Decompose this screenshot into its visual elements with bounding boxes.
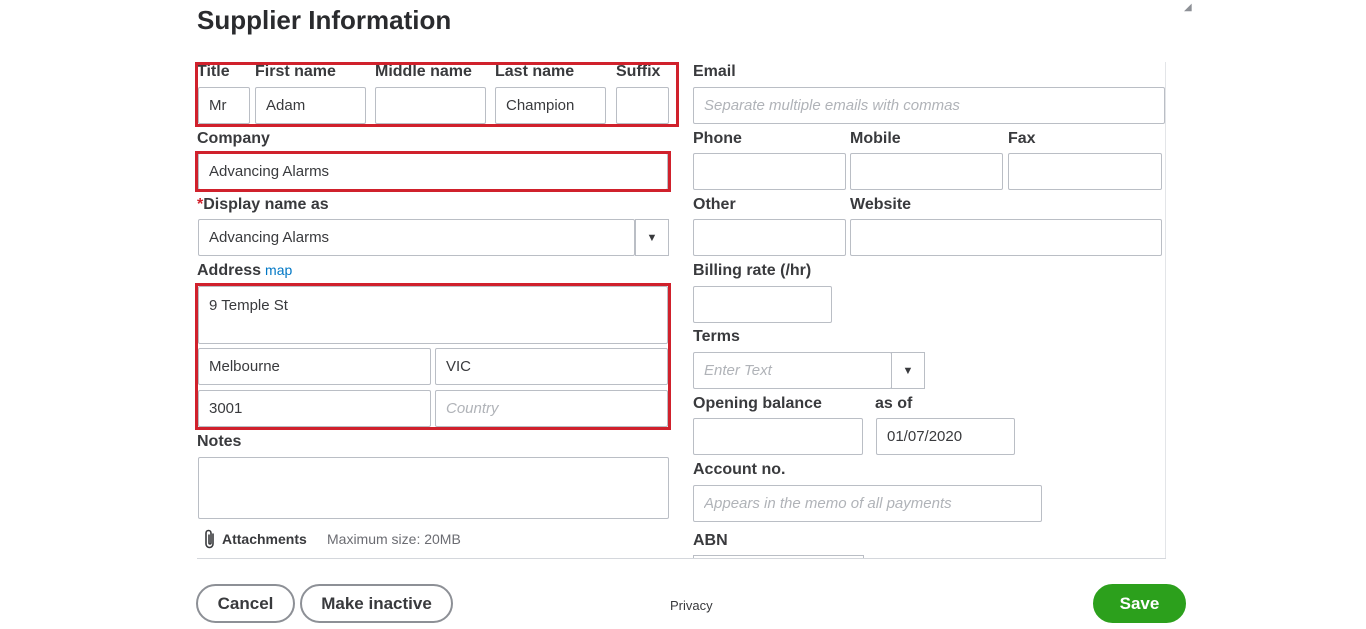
billing-rate-label: Billing rate (/hr) [693, 262, 812, 279]
account-no-label: Account no. [693, 461, 786, 478]
middle-name-input[interactable] [375, 87, 486, 124]
make-inactive-button[interactable]: Make inactive [300, 584, 453, 623]
company-label: Company [197, 130, 270, 147]
postcode-input[interactable] [198, 390, 431, 427]
chevron-down-icon[interactable]: ▼ [635, 219, 669, 256]
other-label: Other [693, 196, 736, 213]
street-address-input[interactable]: 9 Temple St [198, 286, 668, 344]
first-name-input[interactable] [255, 87, 366, 124]
first-name-label: First name [255, 63, 336, 80]
footer-divider [197, 558, 1166, 559]
as-of-date-input[interactable] [876, 418, 1015, 455]
phone-label: Phone [693, 130, 742, 147]
mobile-input[interactable] [850, 153, 1003, 190]
title-input[interactable] [198, 87, 250, 124]
attachments-label[interactable]: Attachments [222, 531, 307, 547]
address-label-text: Address [197, 262, 262, 279]
terms-select[interactable] [693, 352, 892, 389]
notes-textarea[interactable] [198, 457, 669, 519]
privacy-link[interactable]: Privacy [670, 598, 713, 613]
map-link[interactable]: map [265, 262, 292, 278]
company-input[interactable] [198, 153, 668, 190]
abn-label: ABN [693, 532, 728, 549]
fax-input[interactable] [1008, 153, 1162, 190]
cancel-button[interactable]: Cancel [196, 584, 295, 623]
other-input[interactable] [693, 219, 846, 256]
account-no-input[interactable] [693, 485, 1042, 522]
middle-name-label: Middle name [375, 63, 472, 80]
page-title: Supplier Information [197, 5, 452, 35]
as-of-label: as of [875, 395, 913, 412]
last-name-label: Last name [495, 63, 575, 80]
terms-label: Terms [693, 328, 740, 345]
display-name-select[interactable] [198, 219, 635, 256]
billing-rate-input[interactable] [693, 286, 832, 323]
address-label: Address map [197, 262, 292, 280]
notes-label: Notes [197, 433, 242, 450]
last-name-input[interactable] [495, 87, 606, 124]
opening-balance-label: Opening balance [693, 395, 822, 412]
city-input[interactable] [198, 348, 431, 385]
panel-right-border [1165, 62, 1166, 559]
state-input[interactable] [435, 348, 668, 385]
mobile-label: Mobile [850, 130, 901, 147]
display-name-label: *Display name as [197, 196, 329, 214]
website-input[interactable] [850, 219, 1162, 256]
country-input[interactable] [435, 390, 668, 427]
website-label: Website [850, 196, 912, 213]
paperclip-icon[interactable] [202, 528, 218, 550]
opening-balance-input[interactable] [693, 418, 863, 455]
save-button[interactable]: Save [1093, 584, 1186, 623]
title-label: Title [197, 63, 230, 80]
email-label: Email [693, 63, 736, 80]
suffix-label: Suffix [616, 63, 661, 80]
display-name-label-text: Display name as [203, 196, 329, 213]
resize-corner-icon: ◢ [1184, 2, 1192, 13]
phone-input[interactable] [693, 153, 846, 190]
terms-chevron-down-icon[interactable]: ▼ [891, 352, 925, 389]
suffix-input[interactable] [616, 87, 669, 124]
email-input[interactable] [693, 87, 1165, 124]
fax-label: Fax [1008, 130, 1036, 147]
max-size-text: Maximum size: 20MB [327, 531, 461, 547]
